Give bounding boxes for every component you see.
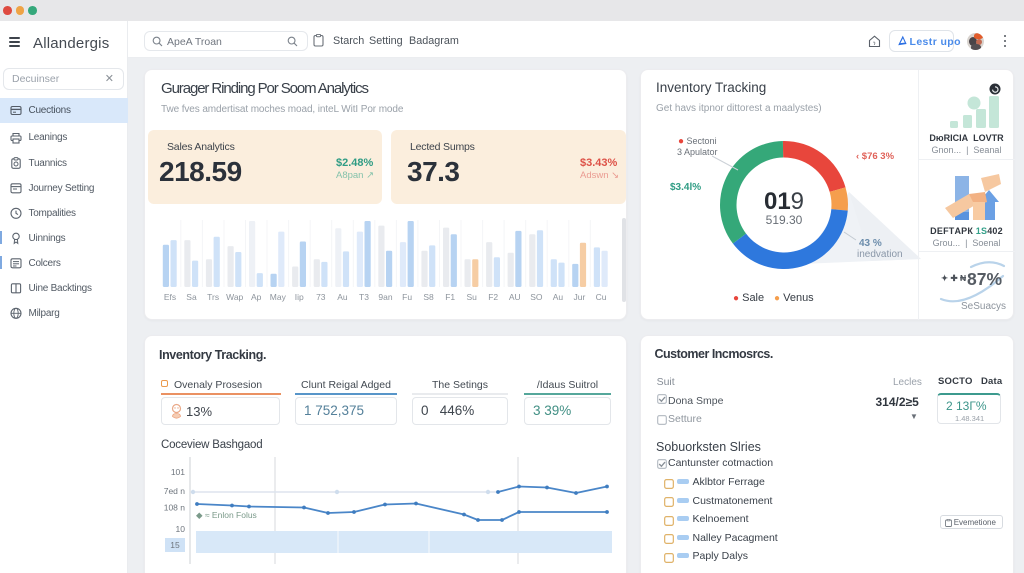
svg-text:Su: Su — [466, 292, 477, 302]
svg-text:Trs: Trs — [207, 292, 219, 302]
svg-text:7ed n: 7ed n — [164, 486, 186, 496]
svg-text:S8: S8 — [423, 292, 434, 302]
svg-text:◆ ≈ Enlon Folus: ◆ ≈ Enlon Folus — [196, 510, 257, 520]
svg-text:F1: F1 — [445, 292, 455, 302]
svg-text:9an: 9an — [378, 292, 392, 302]
svg-text:Cu: Cu — [596, 292, 607, 302]
svg-text:SO: SO — [530, 292, 543, 302]
svg-text:Jur: Jur — [573, 292, 585, 302]
svg-text:May: May — [270, 292, 287, 302]
svg-text:Sa: Sa — [186, 292, 197, 302]
svg-text:15: 15 — [170, 540, 180, 550]
svg-text:ነ: ነ — [873, 41, 876, 47]
svg-text:AU: AU — [509, 292, 521, 302]
svg-text:73: 73 — [316, 292, 326, 302]
svg-text:Au: Au — [553, 292, 564, 302]
svg-text:101: 101 — [171, 467, 185, 477]
svg-text:Wap: Wap — [226, 292, 243, 302]
svg-text:Iip: Iip — [295, 292, 304, 302]
svg-text:Au: Au — [337, 292, 348, 302]
svg-text:108 n: 108 n — [164, 503, 186, 513]
svg-text:10: 10 — [176, 524, 186, 534]
svg-text:F2: F2 — [488, 292, 498, 302]
svg-text:Ap: Ap — [251, 292, 262, 302]
svg-text:T3: T3 — [359, 292, 369, 302]
svg-text:Efs: Efs — [164, 292, 176, 302]
svg-text:Fu: Fu — [402, 292, 412, 302]
